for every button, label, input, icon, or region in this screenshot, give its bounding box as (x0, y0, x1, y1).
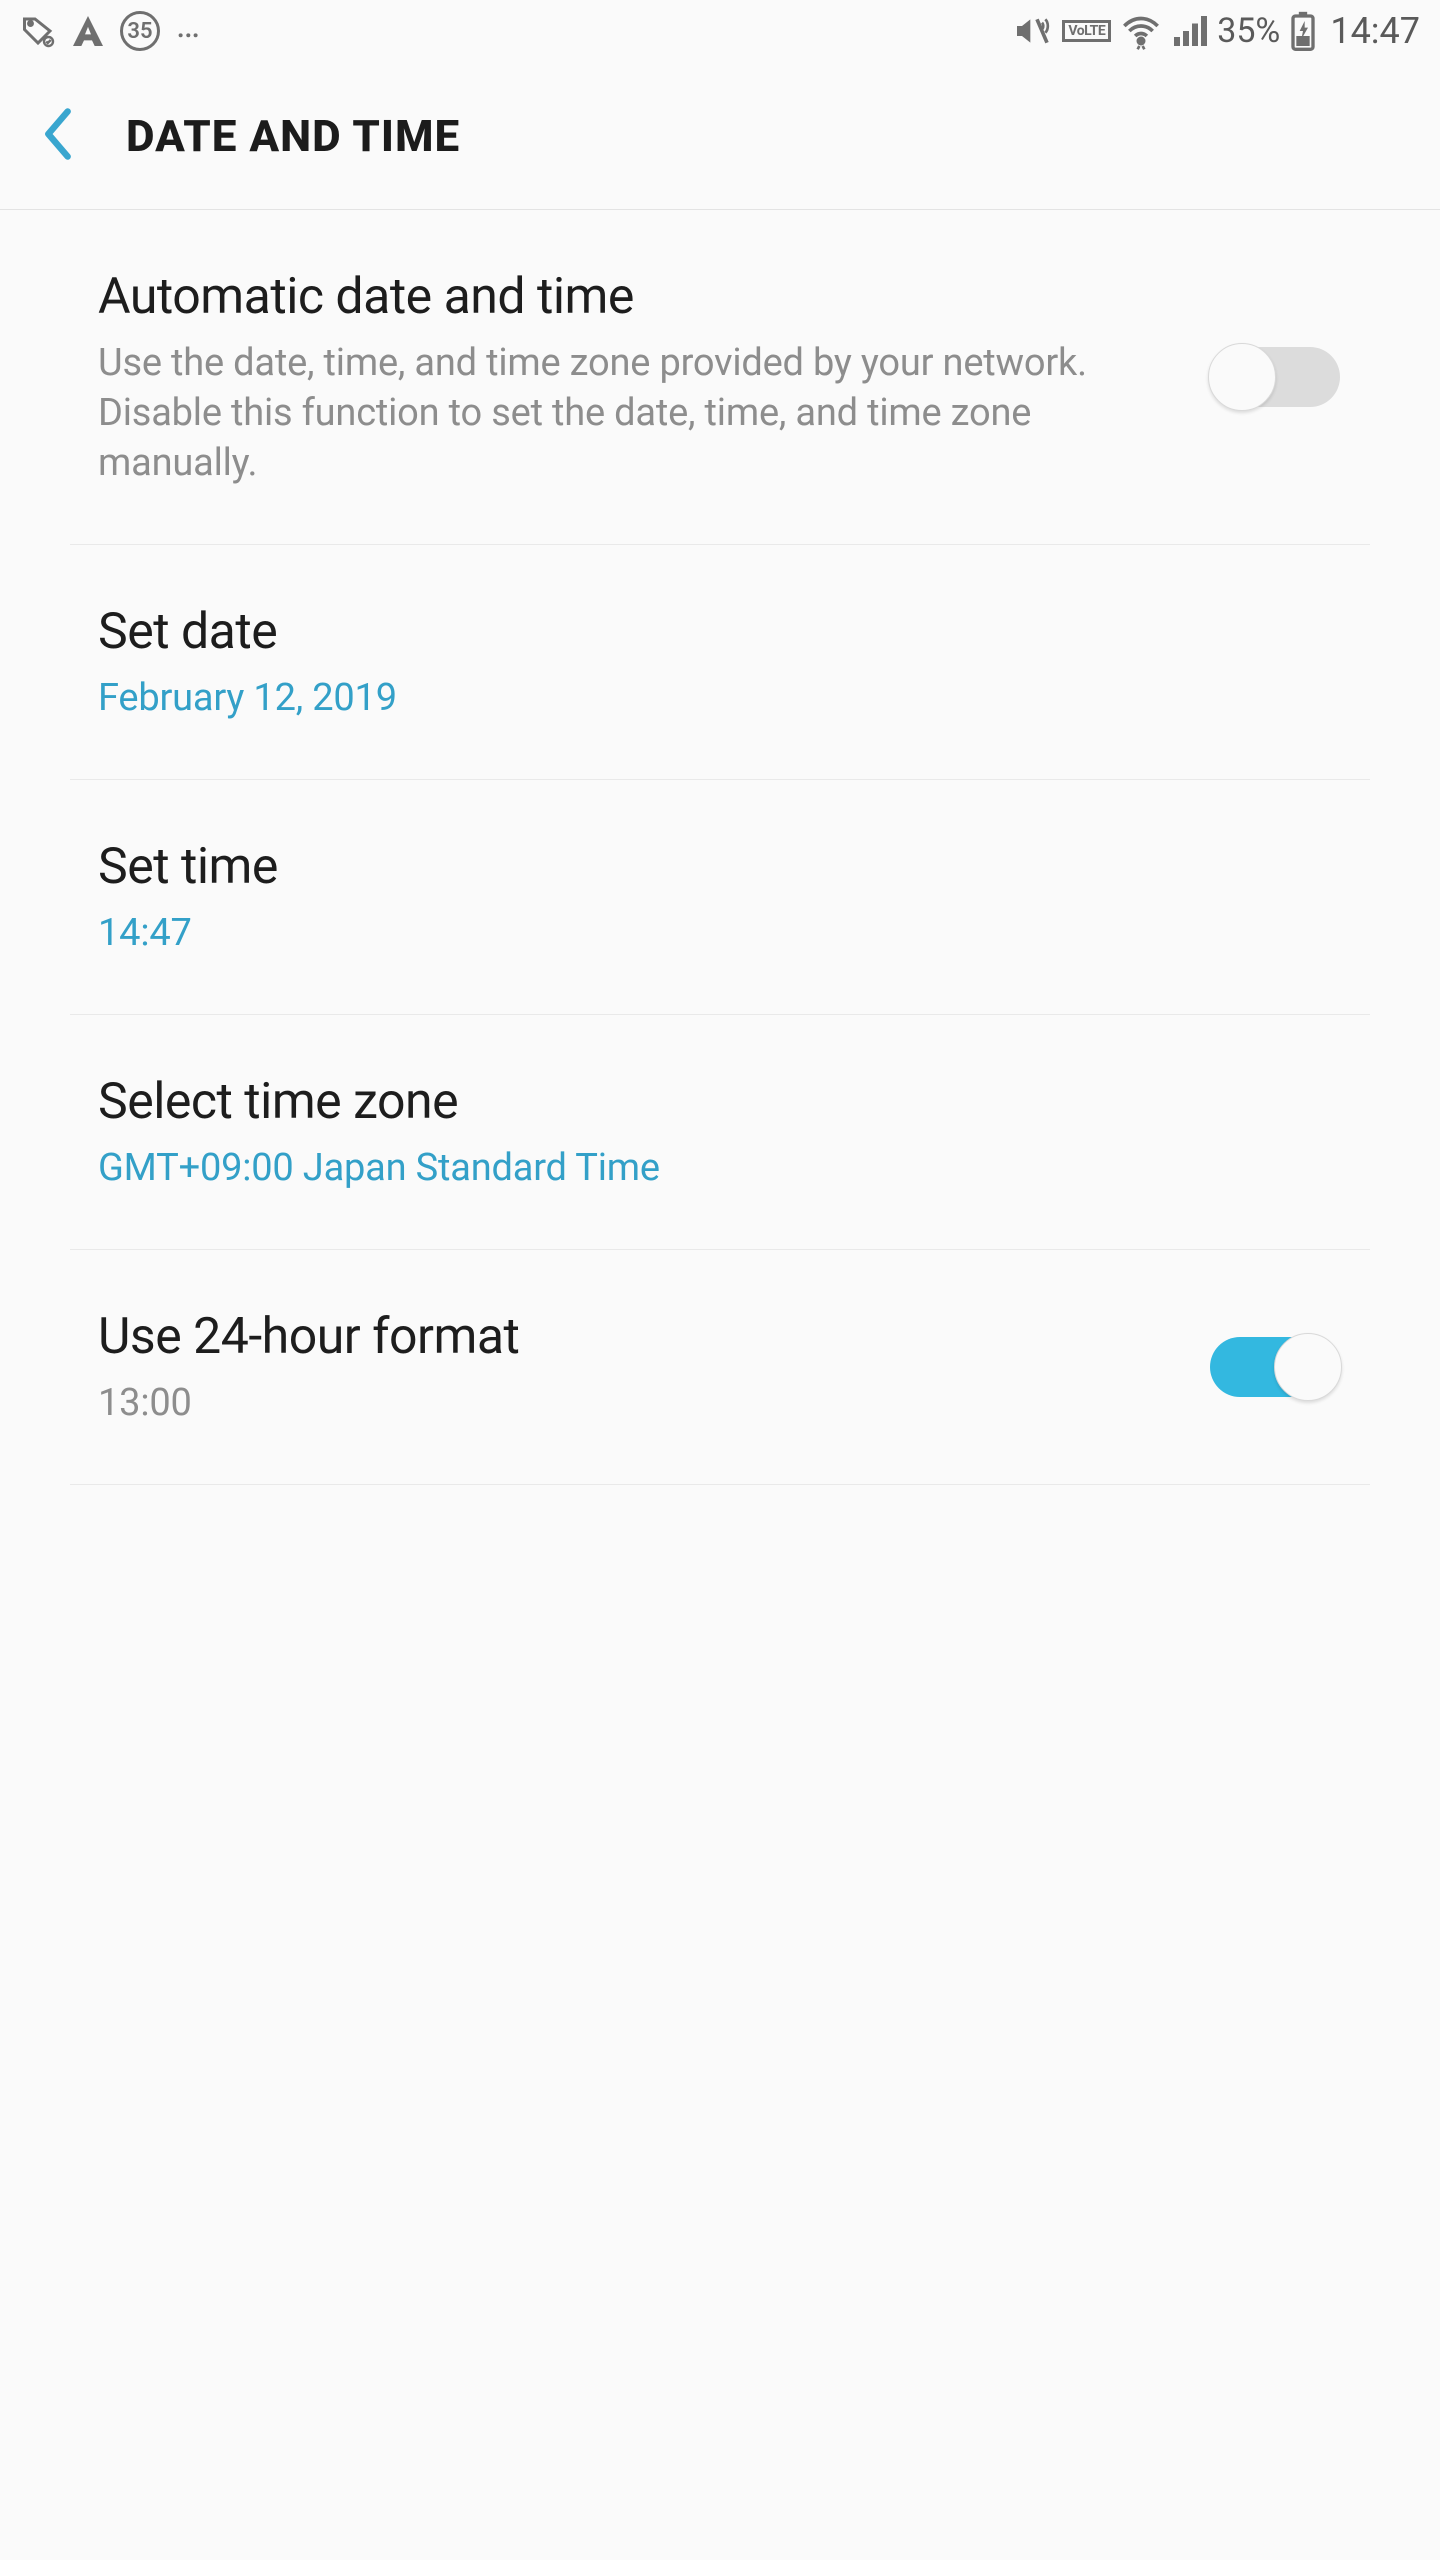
settings-list: Automatic date and time Use the date, ti… (70, 210, 1370, 1485)
row-value: GMT+09:00 Japan Standard Time (98, 1143, 1340, 1193)
status-bar: 35 … VoLTE 35% (0, 0, 1440, 62)
battery-charging-icon (1290, 11, 1316, 51)
row-title: Automatic date and time (98, 266, 1170, 328)
toggle-automatic-date-time[interactable] (1210, 347, 1340, 407)
status-clock: 14:47 (1330, 10, 1420, 52)
row-select-time-zone[interactable]: Select time zone GMT+09:00 Japan Standar… (70, 1015, 1370, 1250)
row-title: Set date (98, 601, 1340, 663)
row-24-hour-format[interactable]: Use 24-hour format 13:00 (70, 1250, 1370, 1485)
back-icon[interactable] (36, 105, 80, 167)
row-value: 14:47 (98, 908, 1340, 958)
more-notifications-icon: … (176, 4, 204, 46)
row-set-time[interactable]: Set time 14:47 (70, 780, 1370, 1015)
row-automatic-date-time[interactable]: Automatic date and time Use the date, ti… (70, 210, 1370, 545)
status-bar-left: 35 … (20, 10, 204, 52)
toggle-24-hour-format[interactable] (1210, 1337, 1340, 1397)
status-bar-right: VoLTE 35% 14:47 (1012, 10, 1420, 52)
row-value: February 12, 2019 (98, 673, 1340, 723)
volte-icon: VoLTE (1062, 20, 1111, 42)
cellular-signal-icon (1171, 13, 1207, 49)
row-title: Select time zone (98, 1071, 1340, 1133)
tag-icon (20, 13, 56, 49)
app-bar: DATE AND TIME (0, 62, 1440, 210)
row-set-date[interactable]: Set date February 12, 2019 (70, 545, 1370, 780)
row-subtitle: Use the date, time, and time zone provid… (98, 338, 1170, 488)
page-title: DATE AND TIME (126, 110, 460, 162)
wifi-icon (1121, 11, 1161, 51)
notification-count-badge: 35 (120, 11, 160, 51)
row-title: Use 24-hour format (98, 1306, 1170, 1368)
battery-percent: 35% (1217, 11, 1280, 51)
row-value: 13:00 (98, 1378, 1170, 1428)
row-title: Set time (98, 836, 1340, 898)
app-a-icon (68, 11, 108, 51)
mute-vibrate-icon (1012, 11, 1052, 51)
